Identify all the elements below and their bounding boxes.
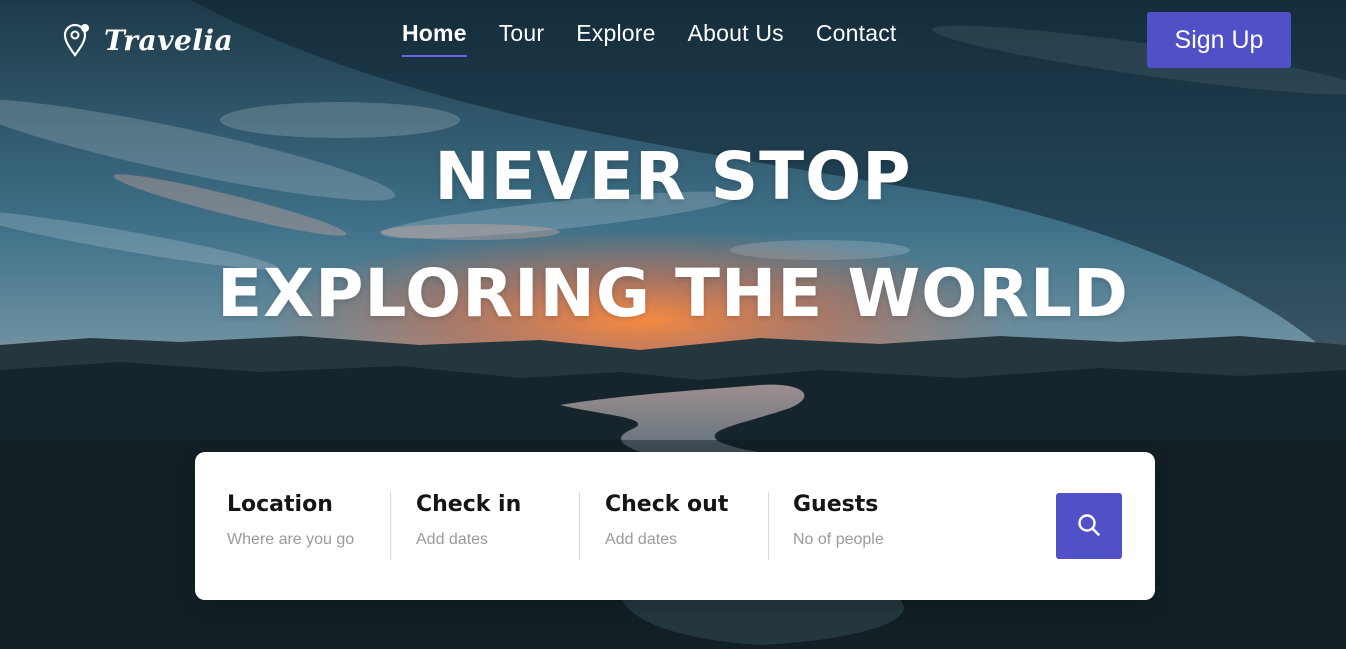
map-pin-icon — [62, 23, 90, 57]
check-in-label: Check in — [416, 492, 522, 517]
search-icon — [1076, 512, 1102, 541]
location-label: Location — [227, 492, 333, 517]
location-placeholder: Where are you go — [227, 531, 355, 548]
sign-up-button[interactable]: Sign Up — [1147, 12, 1291, 68]
check-out-field[interactable]: Check out Add dates — [605, 492, 728, 560]
check-in-placeholder: Add dates — [416, 531, 489, 548]
guests-field[interactable]: Guests No of people — [793, 492, 884, 560]
main-menu: Home Tour Explore About Us Contact — [402, 20, 897, 57]
check-in-field[interactable]: Check in Add dates — [416, 492, 521, 560]
nav-item-explore[interactable]: Explore — [576, 20, 655, 57]
search-panel: Location Where are you go Check in Add d… — [195, 452, 1155, 600]
location-field[interactable]: Location Where are you go — [227, 492, 354, 560]
guests-placeholder: No of people — [793, 531, 884, 548]
nav-item-contact[interactable]: Contact — [816, 20, 897, 57]
hero-heading-line-1: NEVER STOP — [434, 138, 912, 215]
nav-item-tour[interactable]: Tour — [499, 20, 545, 57]
field-divider — [390, 492, 391, 560]
check-out-label: Check out — [605, 492, 729, 517]
search-button[interactable] — [1056, 493, 1122, 559]
nav-item-about-us[interactable]: About Us — [688, 20, 784, 57]
brand-name: Travelia — [104, 23, 234, 57]
field-divider — [579, 492, 580, 560]
field-divider — [768, 492, 769, 560]
check-out-placeholder: Add dates — [605, 531, 678, 548]
top-navigation: Travelia Home Tour Explore About Us Cont… — [0, 0, 1346, 80]
nav-item-home[interactable]: Home — [402, 20, 467, 57]
guests-label: Guests — [793, 492, 879, 517]
hero-heading-line-2: EXPLORING THE WORLD — [217, 255, 1129, 332]
brand-logo[interactable]: Travelia — [62, 22, 233, 58]
